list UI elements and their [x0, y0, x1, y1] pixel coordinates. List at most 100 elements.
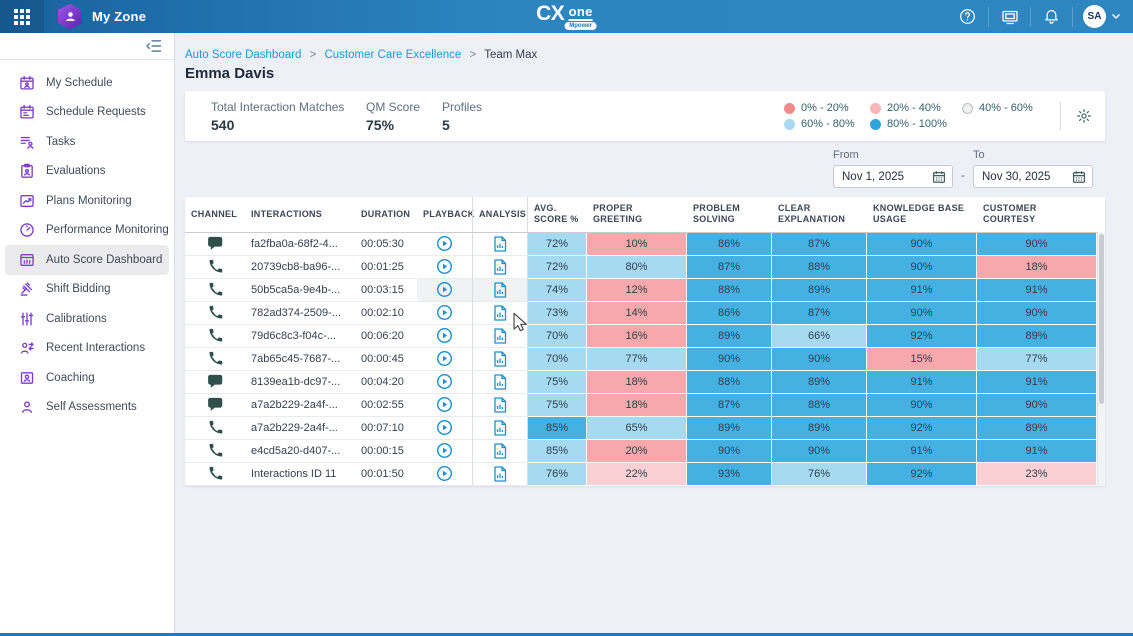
sidebar-item-shift-bidding[interactable]: Shift Bidding — [5, 275, 169, 305]
legend-label: 40% - 60% — [979, 102, 1033, 114]
knowledge-base-usage-cell: 92% — [867, 325, 977, 348]
table-row[interactable]: a7a2b229-2a4f-...00:02:5575%18%87%88%90%… — [185, 394, 1097, 417]
calibrations-icon — [19, 311, 35, 327]
duration-cell: 00:01:25 — [355, 256, 417, 279]
sidebar-item-self-assessments[interactable]: Self Assessments — [5, 393, 169, 423]
analysis-button[interactable] — [493, 397, 507, 413]
chevron-down-icon — [1111, 13, 1121, 20]
table-row[interactable]: 782ad374-2509-...00:02:1073%14%86%87%90%… — [185, 302, 1097, 325]
avg-score-cell: 76% — [527, 463, 587, 486]
analysis-button[interactable] — [493, 305, 507, 321]
phone-icon — [208, 259, 223, 274]
avg-score-cell: 70% — [527, 325, 587, 348]
from-date-input[interactable]: Nov 1, 2025 — [833, 165, 953, 188]
duration-cell: 00:03:15 — [355, 279, 417, 302]
table-row[interactable]: fa2fba0a-68f2-4...00:05:3072%10%86%87%90… — [185, 233, 1097, 256]
analysis-button[interactable] — [493, 351, 507, 367]
top-bar: My Zone CX one Mpower SA — [0, 0, 1133, 33]
legend-label: 20% - 40% — [887, 102, 941, 114]
play-button[interactable] — [436, 235, 453, 252]
analysis-button[interactable] — [493, 236, 507, 252]
analysis-button[interactable] — [493, 282, 507, 298]
avg-score-cell: 72% — [527, 233, 587, 256]
sidebar-collapse-button[interactable] — [145, 39, 162, 53]
legend-item: 0% - 20% — [784, 102, 870, 114]
sidebar-item-schedule-requests[interactable]: Schedule Requests — [5, 98, 169, 128]
play-button[interactable] — [436, 442, 453, 459]
knowledge-base-usage-cell: 90% — [867, 302, 977, 325]
breadcrumb-current: Team Max — [484, 49, 537, 61]
analysis-button[interactable] — [493, 466, 507, 482]
play-button[interactable] — [436, 396, 453, 413]
play-button[interactable] — [436, 373, 453, 390]
sidebar-item-evaluations[interactable]: Evaluations — [5, 157, 169, 187]
table-row[interactable]: 8139ea1b-dc97-...00:04:2075%18%88%89%91%… — [185, 371, 1097, 394]
knowledge-base-usage-cell: 91% — [867, 279, 977, 302]
proper-greeting-cell: 18% — [587, 394, 687, 417]
playback-cell — [417, 348, 472, 371]
knowledge-base-usage-cell: 15% — [867, 348, 977, 371]
legend-dot — [784, 103, 795, 114]
sidebar-item-plans-monitoring[interactable]: Plans Monitoring — [5, 186, 169, 216]
table-row[interactable]: a7a2b229-2a4f-...00:07:1085%65%89%89%92%… — [185, 417, 1097, 440]
channel-cell — [185, 348, 245, 371]
my-zone-logo[interactable] — [58, 4, 82, 30]
avg-score-cell: 75% — [527, 371, 587, 394]
screen-share-button[interactable] — [988, 7, 1030, 27]
play-button[interactable] — [436, 350, 453, 367]
sidebar-item-label: Calibrations — [46, 313, 107, 325]
settings-button[interactable] — [1073, 105, 1095, 127]
legend-label: 60% - 80% — [801, 118, 855, 130]
table-row[interactable]: 7ab65c45-7687-...00:00:4570%77%90%90%15%… — [185, 348, 1097, 371]
analysis-button[interactable] — [493, 259, 507, 275]
knowledge-base-usage-cell: 92% — [867, 417, 977, 440]
table-row[interactable]: Interactions ID 1100:01:5076%22%93%76%92… — [185, 463, 1097, 486]
app-launcher-button[interactable] — [0, 0, 44, 33]
to-date-input[interactable]: Nov 30, 2025 — [973, 165, 1093, 188]
divider — [1060, 102, 1061, 130]
analysis-button[interactable] — [493, 374, 507, 390]
table-scrollbar[interactable] — [1097, 232, 1105, 486]
coaching-icon — [19, 370, 35, 386]
column-header-customer-courtesy: CUSTOMER COURTESY — [977, 197, 1097, 232]
notifications-button[interactable] — [1030, 7, 1072, 27]
table-row[interactable]: e4cd5a20-d407-...00:00:1585%20%90%90%91%… — [185, 440, 1097, 463]
interaction-id-cell: 782ad374-2509-... — [245, 302, 355, 325]
play-button[interactable] — [436, 281, 453, 298]
interaction-id-cell: fa2fba0a-68f2-4... — [245, 233, 355, 256]
analysis-cell — [472, 348, 527, 371]
sidebar-item-my-schedule[interactable]: My Schedule — [5, 68, 169, 98]
breadcrumb-link-auto-score-dashboard[interactable]: Auto Score Dashboard — [185, 49, 301, 61]
table-row[interactable]: 79d6c8c3-f04c-...00:06:2070%16%89%66%92%… — [185, 325, 1097, 348]
sidebar-item-calibrations[interactable]: Calibrations — [5, 304, 169, 334]
sidebar-item-recent-interactions[interactable]: Recent Interactions — [5, 334, 169, 364]
play-button[interactable] — [436, 304, 453, 321]
proper-greeting-cell: 14% — [587, 302, 687, 325]
play-button[interactable] — [436, 258, 453, 275]
avg-score-cell: 85% — [527, 440, 587, 463]
legend-dot — [784, 119, 795, 130]
analysis-button[interactable] — [493, 420, 507, 436]
table-row[interactable]: 20739cb8-ba96-...00:01:2572%80%87%88%90%… — [185, 256, 1097, 279]
sidebar-item-auto-score-dashboard[interactable]: Auto Score Dashboard — [5, 245, 169, 275]
scrollbar-thumb[interactable] — [1099, 234, 1104, 404]
play-button[interactable] — [436, 327, 453, 344]
sidebar-item-label: Plans Monitoring — [46, 195, 132, 207]
play-button[interactable] — [436, 419, 453, 436]
self-assessments-icon — [19, 399, 35, 415]
help-button[interactable] — [946, 7, 988, 27]
analysis-button[interactable] — [493, 328, 507, 344]
user-menu[interactable]: SA — [1072, 7, 1133, 27]
analysis-cell — [472, 371, 527, 394]
table-row[interactable]: 50b5ca5a-9e4b-...00:03:1574%12%88%89%91%… — [185, 279, 1097, 302]
sidebar-item-coaching[interactable]: Coaching — [5, 363, 169, 393]
sidebar-item-tasks[interactable]: Tasks — [5, 127, 169, 157]
recent-interactions-icon — [19, 340, 35, 356]
problem-solving-cell: 86% — [687, 233, 772, 256]
breadcrumb-link-customer-care-excellence[interactable]: Customer Care Excellence — [324, 49, 461, 61]
schedule-requests-icon — [19, 104, 35, 120]
analysis-button[interactable] — [493, 443, 507, 459]
play-button[interactable] — [436, 465, 453, 482]
sidebar-item-performance-monitoring[interactable]: Performance Monitoring — [5, 216, 169, 246]
knowledge-base-usage-cell: 91% — [867, 371, 977, 394]
